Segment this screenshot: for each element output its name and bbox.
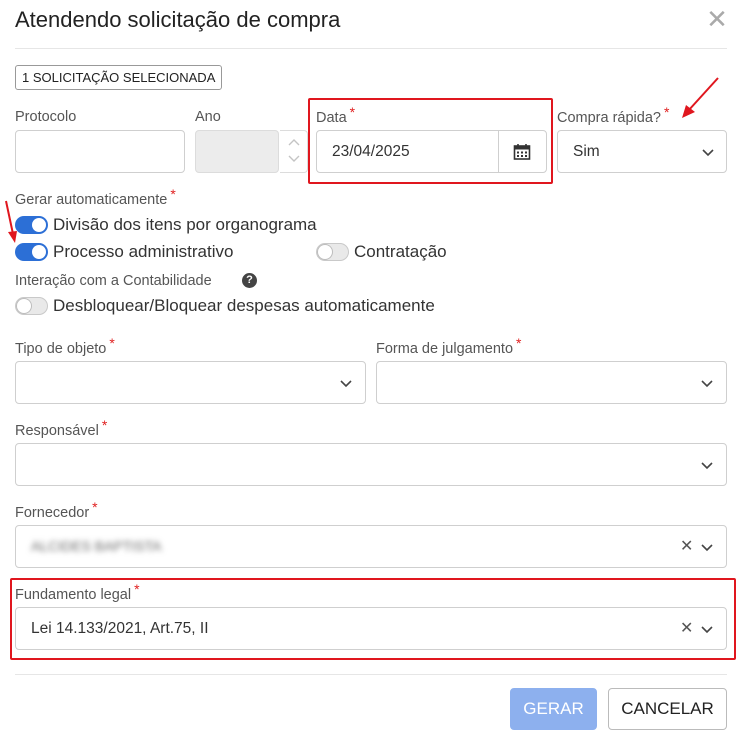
chevron-down-icon <box>340 380 352 388</box>
ano-label: Ano <box>195 109 221 125</box>
toggle-contratacao[interactable] <box>316 243 349 261</box>
tipo-objeto-select[interactable] <box>15 361 366 404</box>
fundamento-highlight-box <box>10 578 736 660</box>
fornecedor-select[interactable]: ALCIDES BAPTISTA <box>15 525 727 568</box>
header-divider <box>15 48 727 49</box>
toggle-desbloquear-despesas-label: Desbloquear/Bloquear despesas automatica… <box>53 296 435 315</box>
responsavel-label: Responsável * <box>15 417 108 439</box>
gerar-button[interactable]: GERAR <box>510 688 597 730</box>
selection-badge: 1 SOLICITAÇÃO SELECIONADA <box>15 65 223 90</box>
data-highlight-box <box>308 98 553 184</box>
forma-julgamento-label: Forma de julgamento * <box>376 335 522 357</box>
close-icon[interactable]: ✕ <box>705 6 729 32</box>
ano-stepper[interactable] <box>280 130 308 173</box>
chevron-down-icon <box>702 149 714 157</box>
responsavel-select[interactable] <box>15 443 727 486</box>
clear-icon[interactable]: ✕ <box>680 537 693 557</box>
compra-rapida-label: Compra rápida? * <box>557 104 670 126</box>
cancel-button[interactable]: CANCELAR <box>608 688 727 730</box>
footer-divider <box>15 674 727 675</box>
fornecedor-label: Fornecedor * <box>15 499 98 521</box>
stepper-arrows-icon <box>288 139 300 162</box>
gerar-label: Gerar automaticamente * <box>15 186 176 208</box>
ano-input <box>195 130 279 173</box>
protocolo-label: Protocolo <box>15 109 77 125</box>
chevron-down-icon <box>701 544 713 552</box>
dialog-title: Atendendo solicitação de compra <box>15 7 341 32</box>
contabilidade-label: Interação com a Contabilidade <box>15 273 212 289</box>
toggle-contratacao-label: Contratação <box>354 242 447 261</box>
annotation-arrow-icon <box>5 200 17 243</box>
chevron-down-icon <box>701 380 713 388</box>
chevron-down-icon <box>701 462 713 470</box>
tipo-objeto-label: Tipo de objeto * <box>15 335 115 357</box>
toggle-desbloquear-despesas[interactable] <box>15 297 48 315</box>
forma-julgamento-select[interactable] <box>376 361 727 404</box>
protocolo-input[interactable] <box>15 130 185 173</box>
toggle-divisao-itens-label: Divisão dos itens por organograma <box>53 215 317 234</box>
toggle-processo-administrativo-label: Processo administrativo <box>53 242 234 261</box>
help-icon[interactable]: ? <box>242 273 257 288</box>
annotation-arrow-icon <box>682 77 719 118</box>
